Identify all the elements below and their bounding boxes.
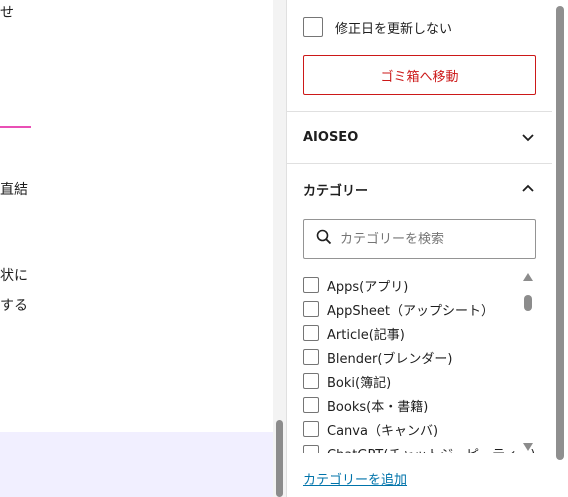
category-checkbox[interactable]: [303, 301, 319, 317]
divider: [287, 163, 552, 164]
sidebar-scrollbar-thumb[interactable]: [556, 6, 564, 460]
editor-block[interactable]: [0, 432, 273, 497]
editor-accent-line: [0, 126, 31, 128]
divider: [287, 111, 552, 112]
editor-text-line: 状に: [0, 268, 28, 284]
add-category-link[interactable]: カテゴリーを追加: [303, 469, 407, 488]
category-checkbox[interactable]: [303, 421, 319, 437]
category-label: Boki(簿記): [327, 375, 392, 391]
category-checklist[interactable]: Apps(アプリ) AppSheet（アップシート） Article(記事) B…: [303, 273, 536, 453]
category-search-field[interactable]: [303, 219, 536, 259]
editor-text-line: する: [0, 298, 28, 314]
no-update-modified-checkbox[interactable]: [303, 17, 323, 37]
category-checkbox[interactable]: [303, 277, 319, 293]
chevron-down-icon: [520, 129, 536, 145]
category-checkbox[interactable]: [303, 373, 319, 389]
list-item[interactable]: Blender(ブレンダー): [303, 345, 536, 369]
category-panel-title: カテゴリー: [303, 183, 369, 199]
no-update-modified-label: 修正日を更新しない: [335, 21, 453, 37]
list-item[interactable]: Canva（キャンバ): [303, 417, 536, 441]
category-checkbox[interactable]: [303, 325, 319, 341]
category-label: Apps(アプリ): [327, 279, 409, 295]
category-label: AppSheet（アップシート）: [327, 303, 494, 319]
list-item[interactable]: Article(記事): [303, 321, 536, 345]
list-item[interactable]: Apps(アプリ): [303, 273, 536, 297]
no-update-modified-row[interactable]: 修正日を更新しない: [303, 17, 452, 37]
search-icon: [316, 229, 332, 249]
category-label: Canva（キャンバ): [327, 423, 439, 439]
editor-text-line: 直結: [0, 182, 28, 198]
chevron-up-icon: [520, 181, 536, 197]
settings-sidebar: 修正日を更新しない ゴミ箱へ移動 AIOSEO カテゴリー Apps(アプリ) …: [287, 0, 568, 497]
category-panel-toggle[interactable]: カテゴリー: [303, 177, 536, 201]
category-label: Article(記事): [327, 327, 405, 343]
category-checkbox[interactable]: [303, 445, 319, 453]
list-item[interactable]: Books(本・書籍): [303, 393, 536, 417]
editor-text-line: せ: [0, 5, 14, 21]
category-checkbox[interactable]: [303, 397, 319, 413]
category-label: ChatGPT(チャットジーピーティー): [327, 444, 535, 454]
scroll-down-arrow-icon[interactable]: [523, 443, 533, 451]
scroll-up-arrow-icon[interactable]: [523, 273, 533, 281]
category-list-scrollbar-thumb[interactable]: [524, 295, 532, 311]
category-label: Blender(ブレンダー): [327, 351, 453, 367]
move-to-trash-button[interactable]: ゴミ箱へ移動: [303, 55, 536, 95]
list-item[interactable]: ChatGPT(チャットジーピーティー): [303, 441, 536, 453]
category-checkbox[interactable]: [303, 349, 319, 365]
editor-scrollbar-thumb[interactable]: [276, 420, 283, 497]
aioseo-panel-title: AIOSEO: [303, 129, 359, 145]
editor-scrollbar[interactable]: [273, 0, 287, 497]
list-item[interactable]: AppSheet（アップシート）: [303, 297, 536, 321]
category-label: Books(本・書籍): [327, 399, 429, 415]
aioseo-panel-toggle[interactable]: AIOSEO: [303, 125, 536, 149]
editor-canvas[interactable]: せ 直結 状に する: [0, 0, 273, 497]
category-list-scrollbar[interactable]: [523, 273, 533, 451]
list-item[interactable]: Boki(簿記): [303, 369, 536, 393]
sidebar-scrollbar[interactable]: [552, 0, 568, 497]
category-search-input[interactable]: [340, 231, 520, 247]
